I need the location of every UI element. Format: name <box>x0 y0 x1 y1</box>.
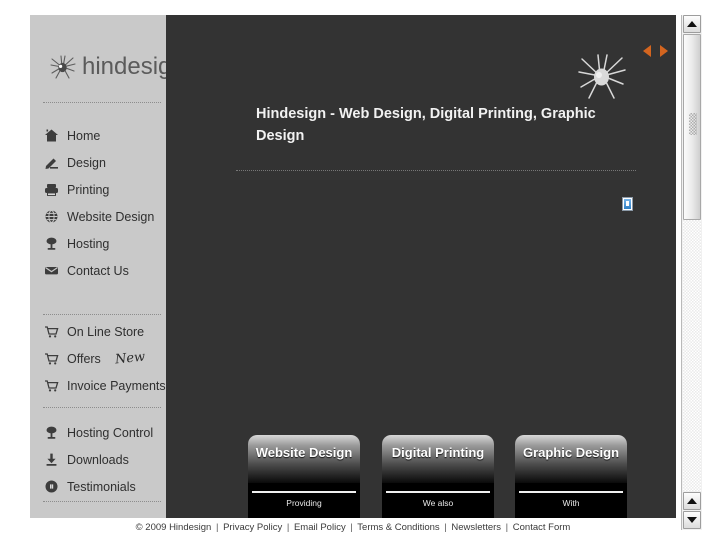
cart-icon <box>43 323 60 340</box>
promo-panel[interactable]: Graphic Design With <box>515 435 627 518</box>
new-badge: New <box>114 349 146 368</box>
triangle-right-icon[interactable] <box>660 45 668 57</box>
printer-icon <box>43 181 60 198</box>
sidebar-item-label: On Line Store <box>67 324 145 339</box>
footer-separator: | <box>286 522 290 533</box>
promo-panel-divider <box>252 491 356 493</box>
sidebar-item-label: Downloads <box>67 452 129 467</box>
footer-link-email-policy[interactable]: Email Policy <box>294 522 346 533</box>
footer-link-contact-form[interactable]: Contact Form <box>513 522 571 533</box>
sidebar-item-label: Home <box>67 128 101 143</box>
download-icon <box>43 451 60 468</box>
promo-panel[interactable]: Digital Printing We also <box>382 435 494 518</box>
footer-link-privacy-policy[interactable]: Privacy Policy <box>223 522 282 533</box>
sidebar-item-label: Invoice Payments <box>67 378 166 393</box>
slider-pager <box>643 45 668 57</box>
promo-panel-divider <box>386 491 490 493</box>
broken-image-icon <box>622 197 633 211</box>
promo-panel-title: Website Design <box>255 445 353 460</box>
sidebar-item-label: Testimonials <box>67 479 136 494</box>
promo-panels: Website Design Providing Digital Printin… <box>166 420 676 518</box>
sidebar-item-label: Contact Us <box>67 263 129 278</box>
promo-panel-divider <box>519 491 623 493</box>
scroll-up-icon <box>687 498 697 504</box>
envelope-icon <box>43 262 60 279</box>
sidebar: hindesign Home Design Printing Website D… <box>30 15 185 518</box>
sidebar-divider <box>43 501 161 502</box>
promo-panel-body: With <box>562 498 580 508</box>
globe-icon <box>43 208 60 225</box>
promo-panel-body: We also <box>422 498 454 508</box>
scroll-up-icon <box>687 21 697 27</box>
scrollbar-thumb[interactable] <box>683 34 701 220</box>
footer-separator: | <box>215 522 219 533</box>
main-content: Hindesign - Web Design, Digital Printing… <box>166 15 676 518</box>
browser-viewport: hindesign Home Design Printing Website D… <box>0 0 727 545</box>
title-divider <box>236 170 636 171</box>
scroll-up-button-secondary[interactable] <box>683 492 701 510</box>
scrollbar-grip <box>689 113 697 135</box>
spider-icon <box>48 52 78 82</box>
footer-copyright: © 2009 Hindesign <box>135 522 212 533</box>
footer-separator: | <box>505 522 509 533</box>
quote-icon <box>43 478 60 495</box>
scroll-up-button[interactable] <box>683 15 701 33</box>
spider-icon <box>574 48 630 104</box>
cart-icon <box>43 350 60 367</box>
sidebar-divider <box>43 407 161 408</box>
promo-panel-body: Providing <box>286 498 322 508</box>
website-page: hindesign Home Design Printing Website D… <box>30 15 676 518</box>
cart-icon <box>43 377 60 394</box>
footer-link-newsletters[interactable]: Newsletters <box>451 522 501 533</box>
sidebar-item-label: Website Design <box>67 209 155 224</box>
site-logo[interactable]: hindesign <box>48 47 185 87</box>
footer: © 2009 Hindesign | Privacy Policy | Emai… <box>30 522 676 533</box>
scroll-down-button[interactable] <box>683 511 701 529</box>
sidebar-divider <box>43 314 161 315</box>
home-icon <box>43 127 60 144</box>
sidebar-divider <box>43 102 161 103</box>
server-icon <box>43 235 60 252</box>
footer-link-terms-and-conditions[interactable]: Terms & Conditions <box>357 522 439 533</box>
promo-panel-title: Digital Printing <box>391 445 485 460</box>
footer-separator: | <box>444 522 447 533</box>
sidebar-item-label: Offers <box>67 351 101 366</box>
sidebar-item-label: Hosting <box>67 236 110 251</box>
vertical-scrollbar[interactable] <box>681 15 702 530</box>
sidebar-item-label: Hosting Control <box>67 425 154 440</box>
promo-panel-title: Graphic Design <box>522 445 620 460</box>
footer-separator: | <box>350 522 353 533</box>
server-icon <box>43 424 60 441</box>
promo-panel[interactable]: Website Design Providing <box>248 435 360 518</box>
sidebar-item-label: Design <box>67 155 106 170</box>
sidebar-item-label: Printing <box>67 182 110 197</box>
pen-icon <box>43 154 60 171</box>
page-title: Hindesign - Web Design, Digital Printing… <box>256 106 596 144</box>
scroll-down-icon <box>687 517 697 523</box>
triangle-left-icon[interactable] <box>643 45 651 57</box>
